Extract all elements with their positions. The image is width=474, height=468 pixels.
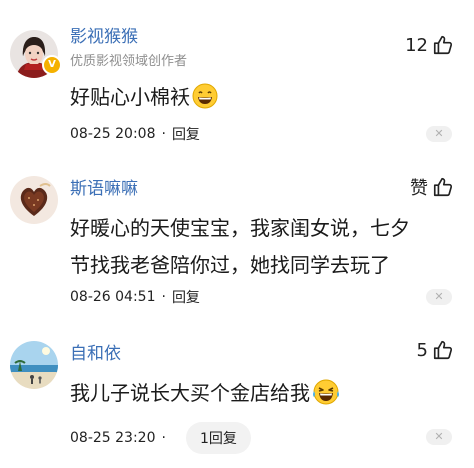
separator: · bbox=[161, 289, 166, 305]
verified-badge-icon: V bbox=[42, 55, 62, 75]
like-count: 5 bbox=[416, 339, 428, 361]
reply-count-button[interactable]: 1回复 bbox=[185, 422, 251, 454]
username[interactable]: 斯语嘛嘛 bbox=[70, 174, 138, 199]
comment-text-content: 我儿子说长大买个金店给我 bbox=[70, 381, 310, 405]
close-icon[interactable]: ✕ bbox=[426, 289, 452, 305]
like-button[interactable]: 赞 bbox=[410, 174, 454, 200]
comment-item: 自和依 5 我儿子说长大买个金店给我 08-25 23:20 · 1回复 ✕ bbox=[0, 325, 474, 468]
thumbs-up-icon[interactable] bbox=[432, 34, 454, 56]
comment-text-line: 好暖心的天使宝宝，我家闺女说，七夕 bbox=[70, 216, 410, 240]
reply-button[interactable]: 回复 bbox=[172, 124, 200, 144]
tears-of-joy-emoji bbox=[312, 379, 340, 417]
comment-meta: 08-25 23:20 · 1回复 bbox=[70, 422, 251, 454]
comment-item: V 影视猴猴 优质影视领域创作者 12 好贴心小棉袄 08-25 20:08 ·… bbox=[0, 0, 474, 160]
avatar[interactable] bbox=[10, 341, 58, 389]
like-count: 12 bbox=[405, 34, 428, 56]
comment-text: 好暖心的天使宝宝，我家闺女说，七夕 节找我老爸陪你过，她找同学去玩了 bbox=[70, 210, 450, 284]
comment-item: 斯语嘛嘛 赞 好暖心的天使宝宝，我家闺女说，七夕 节找我老爸陪你过，她找同学去玩… bbox=[0, 160, 474, 325]
username[interactable]: 自和依 bbox=[70, 339, 121, 364]
close-icon[interactable]: ✕ bbox=[426, 429, 452, 445]
thumbs-up-icon[interactable] bbox=[432, 339, 454, 361]
comment-time: 08-25 23:20 bbox=[70, 430, 156, 446]
username[interactable]: 影视猴猴 bbox=[70, 22, 138, 47]
close-icon[interactable]: ✕ bbox=[426, 126, 452, 142]
comment-meta: 08-25 20:08 · 回复 bbox=[70, 124, 200, 144]
like-button[interactable]: 5 bbox=[417, 339, 454, 361]
comment-time: 08-26 04:51 bbox=[70, 289, 156, 305]
separator: · bbox=[161, 430, 166, 446]
thumbs-up-icon[interactable] bbox=[432, 176, 454, 198]
comment-text-content: 好贴心小棉袄 bbox=[70, 85, 190, 109]
comment-meta: 08-26 04:51 · 回复 bbox=[70, 287, 200, 307]
comment-text-line: 节找我老爸陪你过，她找同学去玩了 bbox=[70, 253, 390, 277]
comment-text: 好贴心小棉袄 bbox=[70, 79, 450, 121]
separator: · bbox=[161, 126, 166, 142]
like-count: 赞 bbox=[410, 178, 428, 199]
reply-button[interactable]: 回复 bbox=[172, 287, 200, 307]
grinning-face-emoji bbox=[192, 83, 218, 121]
user-subtitle: 优质影视领域创作者 bbox=[70, 54, 188, 69]
comment-text: 我儿子说长大买个金店给我 bbox=[70, 375, 450, 417]
like-button[interactable]: 12 bbox=[405, 34, 454, 56]
avatar[interactable] bbox=[10, 176, 58, 224]
comment-time: 08-25 20:08 bbox=[70, 126, 156, 142]
